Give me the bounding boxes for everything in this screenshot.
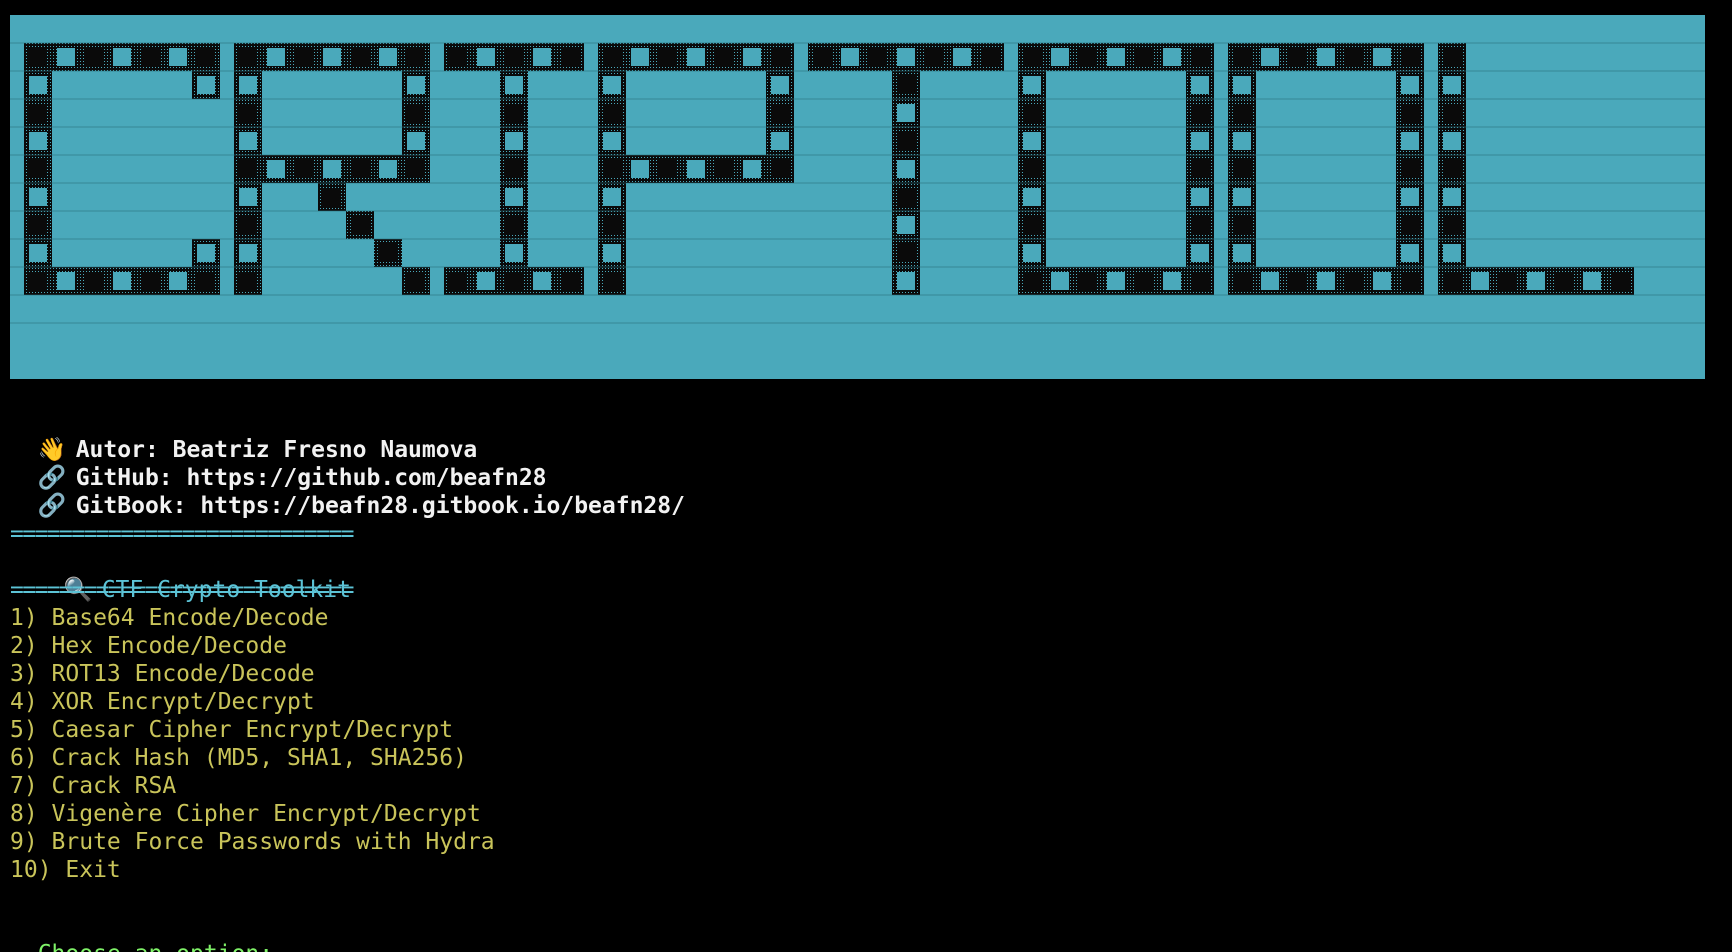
- menu-item-rot13: 3) ROT13 Encode/Decode: [10, 661, 315, 687]
- header-title-row: 🔍 CTF Crypto Toolkit: [10, 548, 351, 603]
- menu-item-crack-rsa: 7) Crack RSA: [10, 773, 177, 799]
- credit-gitbook-text: GitBook: https://beafn28.gitbook.io/beaf…: [75, 493, 685, 519]
- prompt-label: Choose an option:: [38, 941, 287, 952]
- menu-item-crack-hash: 6) Crack Hash (MD5, SHA1, SHA256): [10, 745, 467, 771]
- menu-item-vigenere: 8) Vigenère Cipher Encrypt/Decrypt: [10, 801, 481, 827]
- option-prompt[interactable]: Choose an option:: [10, 912, 487, 952]
- credit-author: 👋 Autor: Beatriz Fresno Naumova: [10, 408, 478, 463]
- menu-item-caesar: 5) Caesar Cipher Encrypt/Decrypt: [10, 717, 454, 743]
- header-separator-bottom: ============================: [10, 577, 355, 603]
- criptool-logo: [10, 15, 1705, 379]
- criptool-banner: [10, 15, 1705, 379]
- link-icon: 🔗: [37, 493, 67, 519]
- credit-gitbook: 🔗 GitBook: https://beafn28.gitbook.io/bea…: [10, 464, 685, 519]
- menu-item-base64: 1) Base64 Encode/Decode: [10, 605, 329, 631]
- credit-github: 🔗 GitHub: https://github.com/beafn28: [10, 436, 547, 491]
- menu-item-exit: 10) Exit: [10, 857, 121, 883]
- menu-item-hex: 2) Hex Encode/Decode: [10, 633, 287, 659]
- menu-item-hydra: 9) Brute Force Passwords with Hydra: [10, 829, 495, 855]
- menu-item-xor: 4) XOR Encrypt/Decrypt: [10, 689, 315, 715]
- header-separator-top: ============================: [10, 521, 355, 547]
